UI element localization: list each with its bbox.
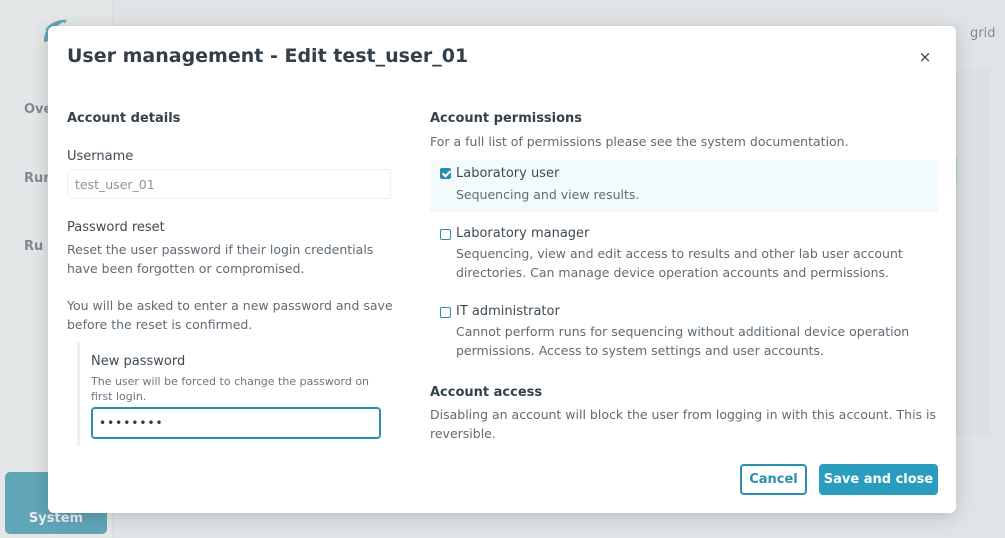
password-reset-label: Password reset bbox=[67, 220, 165, 235]
permission-description-line2: permissions. Access to system settings a… bbox=[456, 343, 825, 358]
account-access-heading: Account access bbox=[430, 385, 543, 400]
permission-laboratory-user[interactable]: Laboratory user Sequencing and view resu… bbox=[430, 160, 938, 212]
laboratory-user-checkbox[interactable] bbox=[440, 168, 451, 179]
account-access-text-line2: reversible. bbox=[430, 426, 496, 441]
save-and-close-button[interactable]: Save and close bbox=[819, 464, 938, 495]
permission-description-line2: directories. Can manage device operation… bbox=[456, 265, 889, 280]
password-reset-text-line2: have been forgotten or compromised. bbox=[67, 261, 305, 276]
password-reset-text-line1: Reset the user password if their login c… bbox=[67, 242, 374, 257]
new-password-input[interactable] bbox=[91, 407, 381, 439]
permission-it-administrator[interactable]: IT administrator Cannot perform runs for… bbox=[430, 300, 938, 362]
confirm-text-line1: You will be asked to enter a new passwor… bbox=[67, 298, 393, 313]
it-administrator-checkbox[interactable] bbox=[440, 307, 451, 318]
new-password-hint-line2: first login. bbox=[91, 390, 147, 403]
modal-title: User management - Edit test_user_01 bbox=[67, 45, 469, 67]
permission-label: Laboratory user bbox=[456, 166, 560, 181]
account-access-text-line1: Disabling an account will block the user… bbox=[430, 407, 937, 422]
account-details-heading: Account details bbox=[67, 111, 181, 126]
permission-laboratory-manager[interactable]: Laboratory manager Sequencing, view and … bbox=[430, 222, 938, 284]
username-label: Username bbox=[67, 149, 134, 164]
permission-description-line1: Sequencing, view and edit access to resu… bbox=[456, 246, 903, 261]
confirm-text-line2: before the reset is confirmed. bbox=[67, 317, 253, 332]
new-password-hint-line1: The user will be forced to change the pa… bbox=[91, 375, 370, 388]
account-permissions-subtitle: For a full list of permissions please se… bbox=[430, 134, 849, 149]
laboratory-manager-checkbox[interactable] bbox=[440, 229, 451, 240]
account-permissions-heading: Account permissions bbox=[430, 111, 583, 126]
cancel-button[interactable]: Cancel bbox=[740, 464, 807, 495]
edit-user-modal: User management - Edit test_user_01 × Ac… bbox=[48, 26, 956, 513]
new-password-label: New password bbox=[91, 354, 186, 369]
permission-description-line1: Cannot perform runs for sequencing witho… bbox=[456, 324, 910, 339]
permission-label: Laboratory manager bbox=[456, 226, 590, 241]
username-field: test_user_01 bbox=[67, 169, 391, 199]
permission-label: IT administrator bbox=[456, 304, 560, 319]
close-icon[interactable]: × bbox=[916, 48, 934, 66]
permission-description: Sequencing and view results. bbox=[456, 187, 640, 202]
